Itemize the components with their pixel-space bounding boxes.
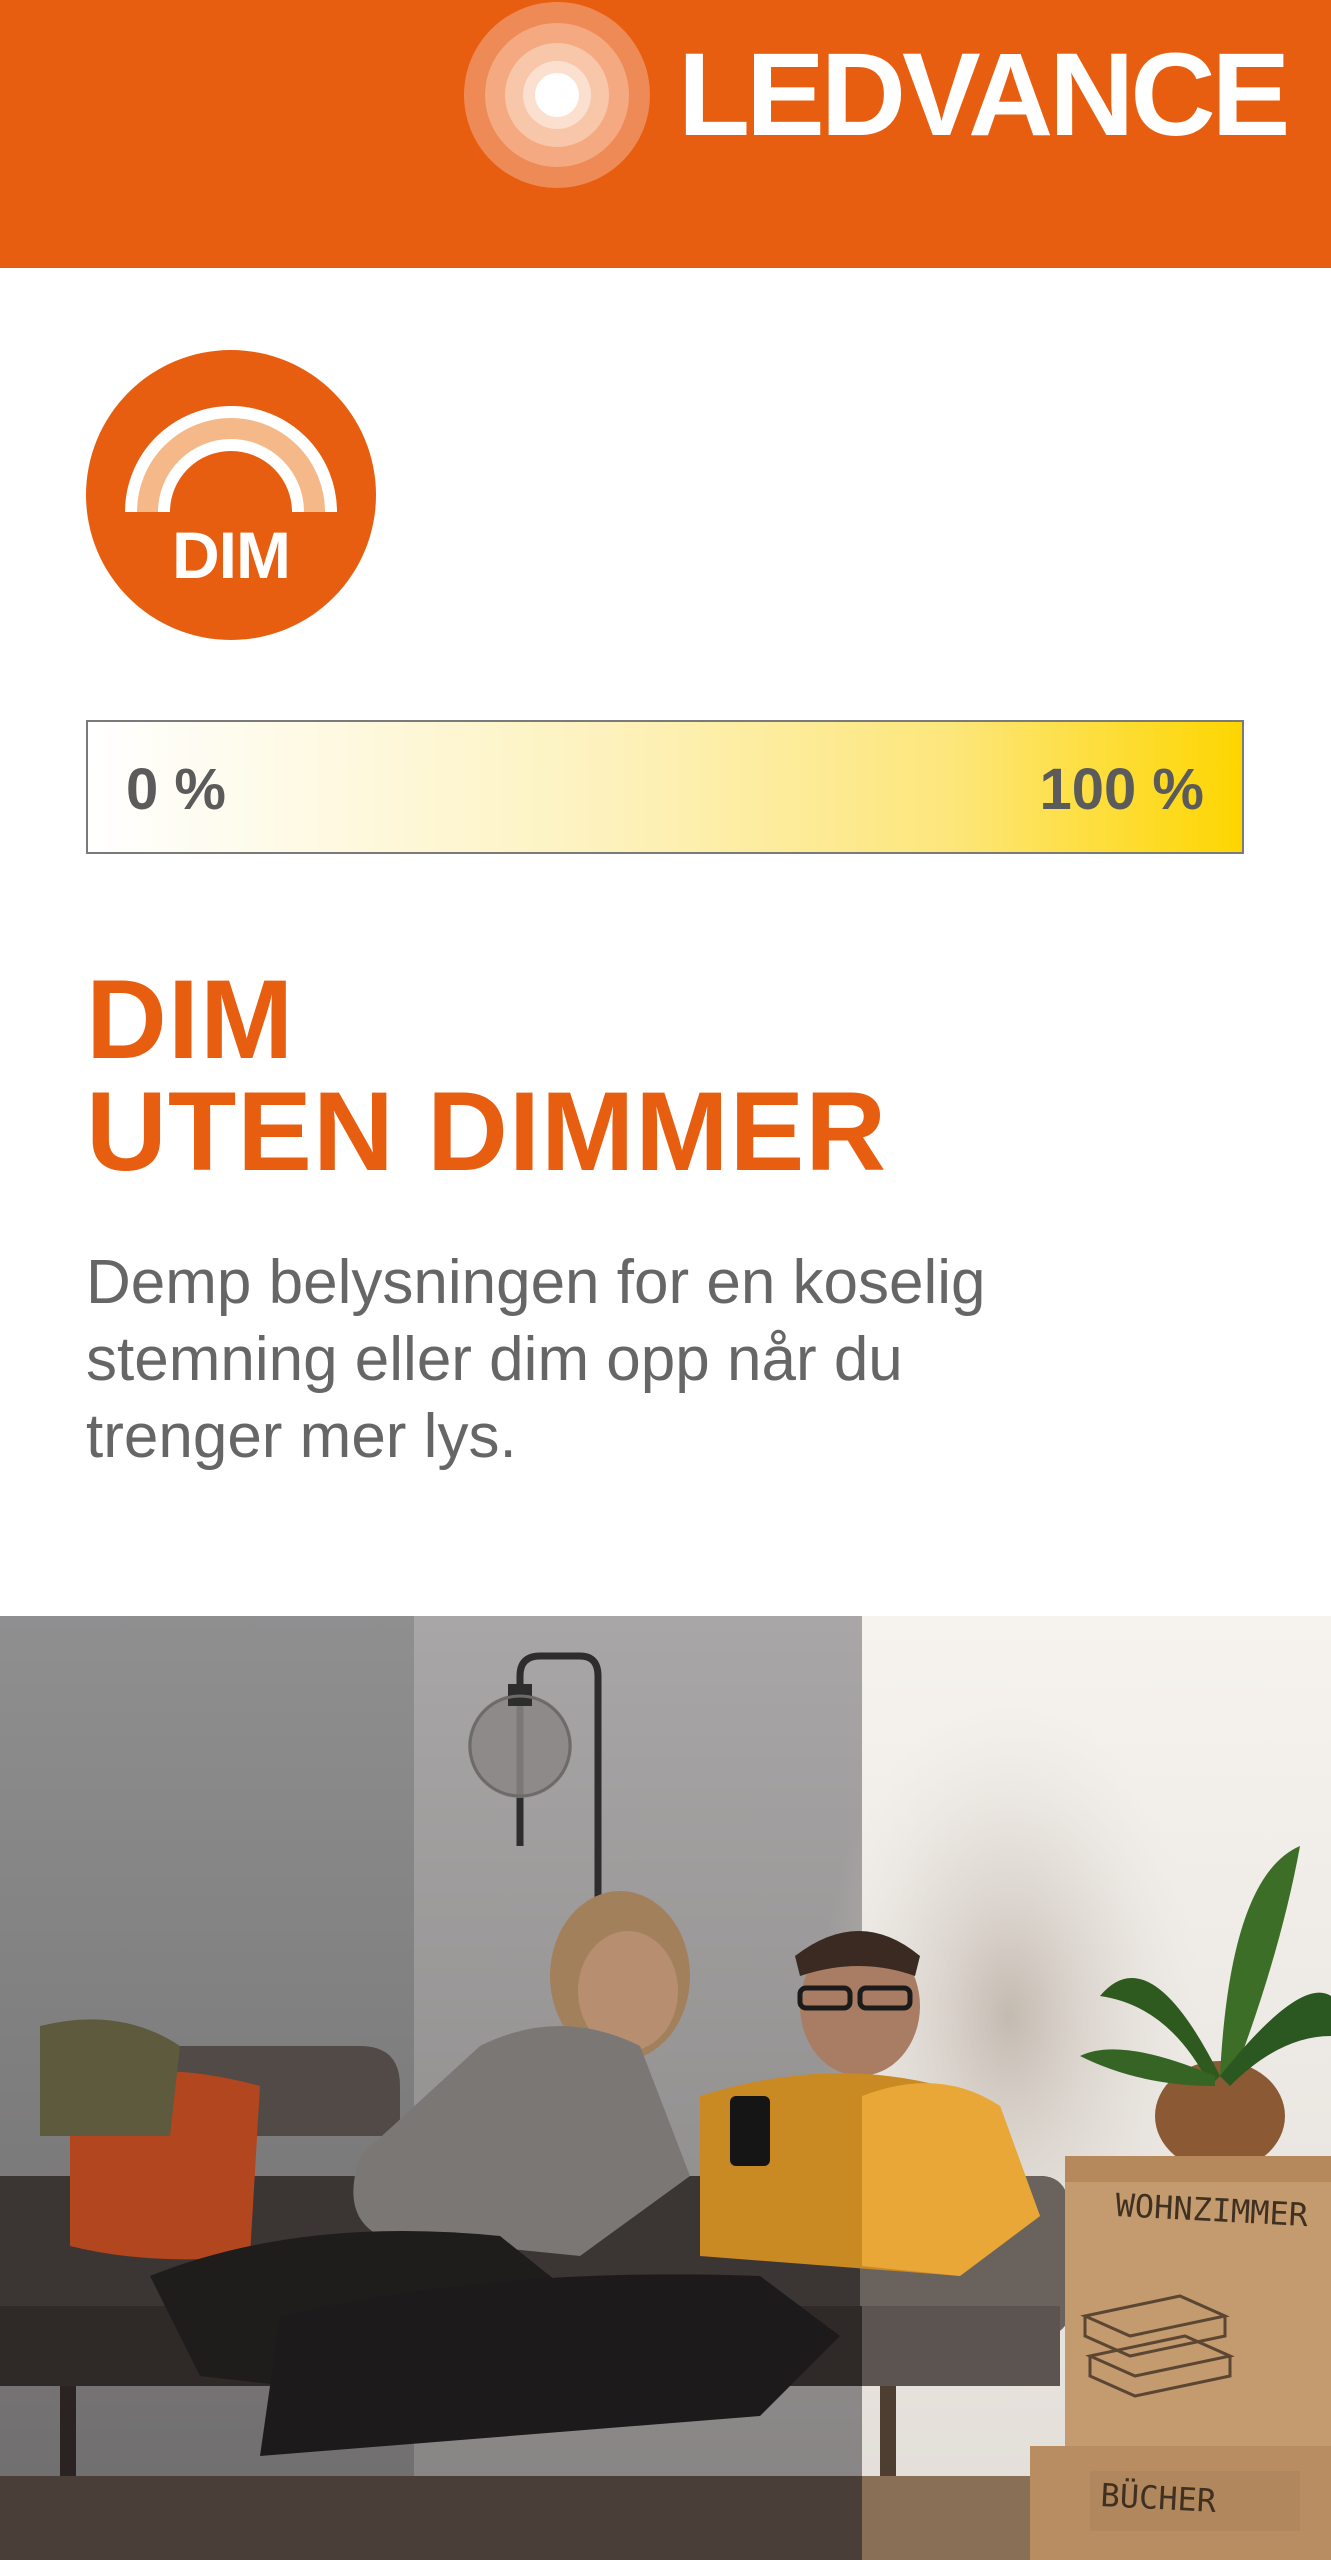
description-text: Demp belysningen for en koselig stemning… (86, 1244, 1186, 1475)
description-line-1: Demp belysningen for en koselig (86, 1248, 986, 1317)
bar-max-label: 100 % (1039, 757, 1204, 822)
dim-level-bar: 0 % 100 % (86, 720, 1244, 854)
dim-badge-label: DIM (172, 518, 291, 592)
page-title: DIM UTEN DIMMER (86, 964, 887, 1188)
bar-min-label: 0 % (126, 757, 226, 822)
title-line-1: DIM (86, 957, 295, 1082)
dim-arc-icon (86, 350, 376, 640)
ledvance-logo-icon (464, 2, 650, 188)
brand-header: LEDVANCE (0, 0, 1331, 268)
box-label-bucher: BÜCHER (1100, 2476, 1218, 2520)
title-line-2: UTEN DIMMER (86, 1069, 888, 1194)
brand-wordmark: LEDVANCE (678, 29, 1290, 161)
description-line-3: trenger mer lys. (86, 1402, 517, 1471)
living-room-photo: WOHNZIMMER BÜCHER (0, 1616, 1331, 2560)
description-line-2: stemning eller dim opp når du (86, 1325, 903, 1394)
